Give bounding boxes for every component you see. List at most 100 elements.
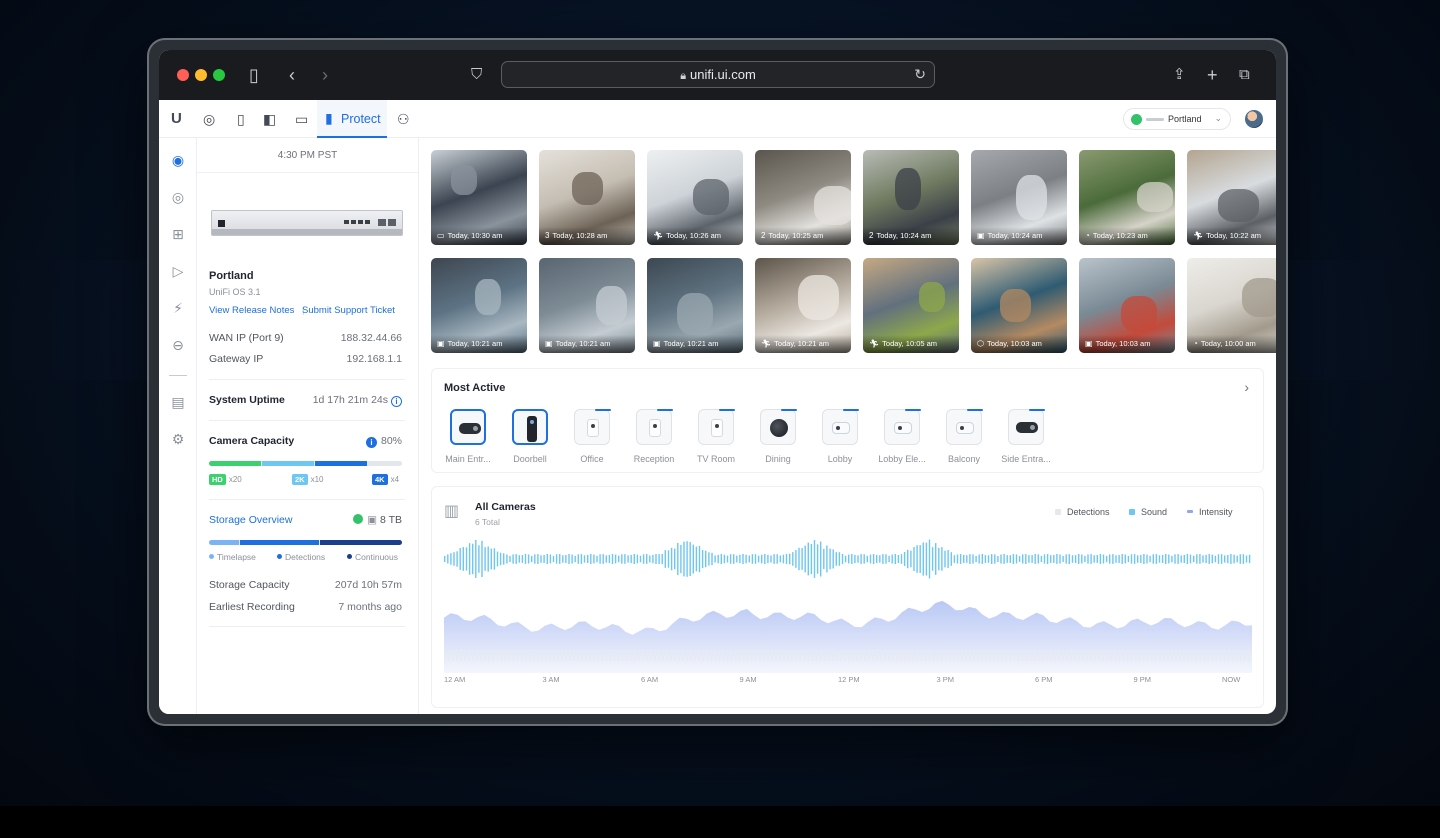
shield-icon[interactable]: ⛉ [471,63,482,87]
sound-bar [593,554,595,564]
event-thumbnail[interactable]: 2 Today, 10:25 am [755,150,851,245]
uptime-text: 1d 17h 21m 24s [312,394,388,406]
users-app-icon[interactable]: ⚇ [397,110,410,128]
sound-bar [826,545,828,573]
thumbnail-time: Today, 10:22 am [1206,231,1262,240]
chevron-right-icon[interactable]: › [1244,379,1249,395]
liveview-grid-icon[interactable]: ⊞ [170,226,186,242]
maximize-window-button[interactable] [213,69,225,81]
camera-item[interactable]: Side Entra... [998,409,1054,464]
sound-bar [1199,554,1201,564]
event-thumbnail[interactable]: ▣ Today, 10:21 am [539,258,635,353]
info-icon[interactable]: i [391,396,402,407]
legend-detections[interactable]: Detections [1055,507,1110,517]
devices-icon[interactable]: ◎ [170,189,186,205]
event-thumbnail[interactable]: ▣ Today, 10:21 am [647,258,743,353]
event-thumbnail[interactable]: ▣ Today, 10:21 am [431,258,527,353]
event-thumbnail[interactable]: 🏃︎ Today, 10:21 am [755,258,851,353]
detection-tick [767,649,769,661]
detection-tick [747,649,749,661]
sound-bar [1202,555,1204,563]
camera-item[interactable]: Office [564,409,620,464]
camera-item[interactable]: Lobby Ele... [874,409,930,464]
close-window-button[interactable] [177,69,189,81]
sound-bar [1105,555,1108,563]
new-tab-icon[interactable]: + [1207,63,1218,87]
sound-bar [1043,554,1046,564]
camera-item[interactable]: TV Room [688,409,744,464]
sound-bar [577,554,579,564]
event-thumbnail[interactable]: 🏃︎ Today, 10:26 am [647,150,743,245]
network-app-icon[interactable]: ◎ [203,110,215,128]
storage-overview-link[interactable]: Storage Overview [209,514,292,526]
dashboard-icon[interactable]: ◉ [170,152,186,168]
sound-bar [1022,554,1024,564]
sound-bar [562,555,564,563]
forward-icon[interactable]: › [322,63,328,87]
detections-icon[interactable]: ⚡ [170,300,186,316]
event-thumbnail[interactable]: 🏃︎ Today, 10:05 am [863,258,959,353]
sound-bar [1040,556,1043,562]
sidebar-toggle-icon[interactable]: ▯ [249,63,259,87]
sound-bar [521,555,524,563]
sound-bar [1112,554,1114,564]
event-thumbnail[interactable]: 3 Today, 10:28 am [539,150,635,245]
storage-capacity-label: Storage Capacity [209,579,290,591]
gear-icon[interactable]: ⚙ [170,431,186,447]
detection-tick [1066,649,1068,661]
sound-bar [602,554,604,564]
detection-tick [674,649,676,661]
info-icon[interactable]: i [365,437,377,448]
alarm-icon[interactable]: ⊖ [170,337,186,353]
event-thumbnail[interactable]: ◔ Today, 10:23 am [1079,150,1175,245]
camera-label: Side Entra... [1001,454,1051,464]
event-thumbnail[interactable]: 🏃︎ Today, 10:22 am [1187,150,1276,245]
camera-item[interactable]: Doorbell [502,409,558,464]
detection-tick [694,649,696,661]
camera-item[interactable]: Reception [626,409,682,464]
share-icon[interactable]: ⇪ [1173,63,1186,87]
detection-tick [444,649,446,661]
event-thumbnail[interactable]: ◔ Today, 10:00 am [1187,258,1276,353]
tab-protect[interactable]: ▮ Protect [317,100,387,138]
tab-overview-icon[interactable]: ⧉ [1239,63,1250,87]
event-thumbnail[interactable]: ▣ Today, 10:03 am [1079,258,1175,353]
camera-item[interactable]: Balcony [936,409,992,464]
support-ticket-link[interactable]: Submit Support Ticket [302,305,395,316]
back-icon[interactable]: ‹ [289,63,295,87]
logs-icon[interactable]: ▤ [170,394,186,410]
event-thumbnail[interactable]: ▭ Today, 10:30 am [431,150,527,245]
connect-app-icon[interactable]: ▭ [295,110,308,128]
site-selector[interactable]: Portland ⌄ [1123,108,1231,130]
vehicle-icon: ▣ [437,339,445,348]
unifi-logo-icon[interactable]: U [171,110,182,128]
talk-app-icon[interactable]: ◧ [263,110,276,128]
sound-bar [1093,555,1095,563]
event-thumbnail[interactable]: ⬡ Today, 10:03 am [971,258,1067,353]
event-thumbnail[interactable]: 2 Today, 10:24 am [863,150,959,245]
camera-item[interactable]: Main Entr... [440,409,496,464]
detection-tick [904,649,907,661]
legend-intensity[interactable]: Intensity [1187,507,1233,517]
reload-icon[interactable]: ↻ [914,62,926,87]
minimize-window-button[interactable] [195,69,207,81]
avatar[interactable] [1245,110,1263,128]
detection-tick [637,649,640,661]
thumbnail-caption: 2 Today, 10:25 am [755,227,851,245]
event-thumbnail[interactable]: ▣ Today, 10:24 am [971,150,1067,245]
all-cameras-card: ▥ All Cameras 6 Total Detections Sound I… [431,486,1264,708]
sound-bar [549,554,552,564]
address-bar[interactable]: 🔒︎ unifi.ui.com ↻ [501,61,935,88]
play-icon[interactable]: ▷ [170,263,186,279]
camera-item[interactable]: Lobby [812,409,868,464]
thumbnail-caption: ⬡ Today, 10:03 am [971,335,1067,353]
detection-tick [1138,649,1141,661]
sound-bar [1143,554,1145,564]
access-app-icon[interactable]: ▯ [237,110,245,128]
detection-tick [1187,649,1189,661]
sound-bar [820,541,822,577]
person-icon: 🏃︎ [653,231,664,240]
release-notes-link[interactable]: View Release Notes [209,305,294,316]
legend-sound[interactable]: Sound [1129,507,1167,517]
camera-item[interactable]: Dining [750,409,806,464]
